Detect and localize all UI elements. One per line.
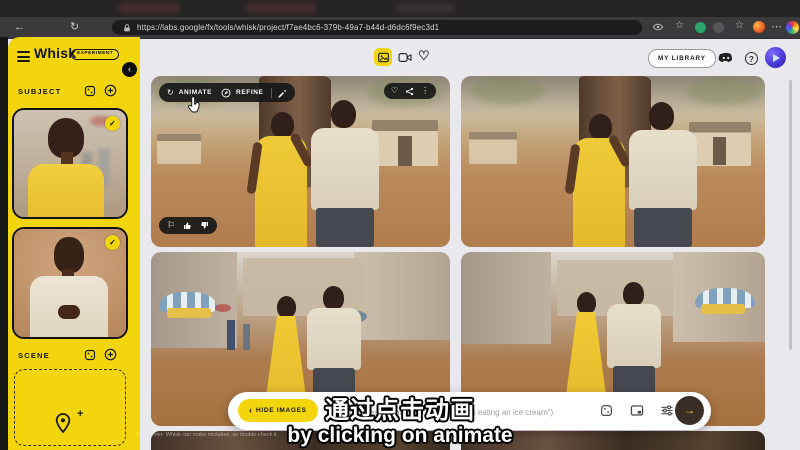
view-images-button[interactable]: [374, 48, 392, 66]
subtitle-english: by clicking on animate: [287, 424, 512, 448]
more-options-icon[interactable]: ⋮: [421, 87, 429, 95]
extension-icon-green[interactable]: [695, 22, 706, 33]
browser-logo-icon[interactable]: [753, 21, 765, 33]
reader-mode-icon[interactable]: [652, 21, 664, 33]
extension-star-icon[interactable]: ☆: [735, 20, 744, 32]
generated-image-2[interactable]: [461, 76, 765, 247]
hide-images-button[interactable]: ‹ HIDE IMAGES: [238, 399, 318, 422]
more-menu-icon[interactable]: ⋯: [771, 17, 782, 38]
browser-tab-strip: [0, 0, 800, 17]
chevron-left-icon: ‹: [249, 406, 252, 415]
plus-icon: +: [77, 408, 83, 420]
scene-reroll-button[interactable]: [84, 349, 96, 361]
tab-thumbnail: [245, 3, 317, 13]
view-favorites-heart-icon[interactable]: ♡: [418, 48, 430, 64]
dice-icon[interactable]: [600, 404, 613, 417]
refine-button[interactable]: REFINE: [236, 89, 263, 96]
subject-add-button[interactable]: [104, 84, 117, 97]
hide-images-label: HIDE IMAGES: [256, 407, 307, 414]
image-feedback-toolbar: ⚐: [159, 217, 217, 234]
tab-thumbnail: [395, 3, 455, 13]
favorite-heart-icon[interactable]: ♡: [391, 87, 398, 95]
subject-reroll-button[interactable]: [84, 85, 96, 97]
selected-check-badge[interactable]: ✓: [105, 116, 120, 131]
image-action-toolbar: ↻ ANIMATE REFINE: [159, 83, 295, 102]
hand-cursor-icon: [186, 95, 204, 115]
scene-section-label: SCENE: [18, 351, 50, 360]
extension-icon-grey[interactable]: [713, 22, 724, 33]
url-bar[interactable]: https://labs.google/fx/tools/whisk/proje…: [112, 20, 642, 35]
selected-check-badge[interactable]: ✓: [105, 235, 120, 250]
experiment-badge: EXPERIMENT: [71, 49, 119, 60]
url-text: https://labs.google/fx/tools/whisk/proje…: [137, 23, 439, 32]
thumbs-down-icon[interactable]: [200, 221, 209, 230]
window-edge: [0, 37, 8, 450]
image-meta-toolbar: ♡ ⋮: [384, 83, 436, 99]
scrollbar[interactable]: [789, 80, 792, 350]
menu-button[interactable]: [17, 51, 30, 65]
profile-avatar-icon[interactable]: [786, 21, 799, 34]
scene-add-button[interactable]: [104, 348, 117, 361]
app-title: Whisk: [34, 45, 76, 61]
report-flag-icon[interactable]: ⚐: [167, 221, 175, 230]
disclaimer-text: Disclaimer: Whisk can make mistakes, so …: [137, 432, 312, 438]
scene-dropzone[interactable]: +: [14, 369, 126, 446]
subtitle-chinese: 通过点击动画: [325, 390, 475, 425]
bookmark-star-icon[interactable]: ☆: [675, 20, 684, 32]
thumbs-up-icon[interactable]: [183, 221, 192, 230]
my-library-button[interactable]: MY LIBRARY: [648, 49, 716, 68]
tab-thumbnail: [118, 3, 180, 13]
lock-icon: [122, 23, 132, 33]
submit-prompt-button[interactable]: →: [675, 396, 704, 425]
subject-card-woman[interactable]: ✓: [12, 108, 128, 219]
tune-settings-icon[interactable]: [660, 404, 674, 417]
edit-prompt-icon[interactable]: [277, 88, 287, 98]
share-icon[interactable]: [405, 87, 414, 96]
collapse-sidebar-button[interactable]: ‹: [122, 62, 137, 77]
help-icon[interactable]: ?: [745, 52, 758, 65]
play-logo-icon: [773, 54, 780, 62]
image-export-icon[interactable]: [630, 404, 644, 417]
village-scene-graphic: [461, 76, 765, 247]
view-videos-button[interactable]: [398, 51, 412, 64]
account-avatar[interactable]: [765, 47, 786, 68]
back-icon[interactable]: ←: [14, 17, 25, 38]
animate-icon: ↻: [167, 89, 174, 97]
location-pin-icon: [53, 412, 73, 434]
subject-section-label: SUBJECT: [18, 87, 61, 96]
refine-icon: [221, 88, 231, 98]
refresh-icon[interactable]: ↻: [70, 17, 79, 38]
discord-icon[interactable]: [718, 52, 734, 65]
subject-card-man[interactable]: ✓: [12, 227, 128, 339]
